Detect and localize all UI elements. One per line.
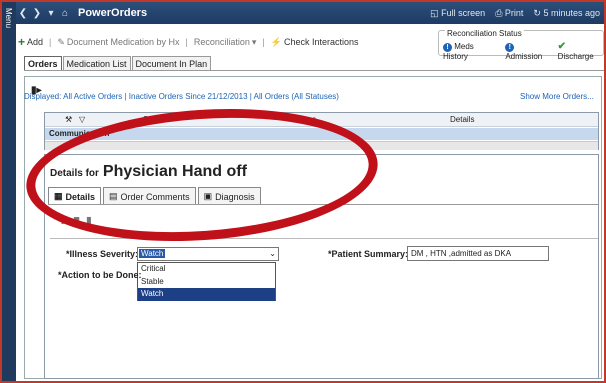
illness-severity-value: Watch [139,249,166,258]
add-label: Add [27,37,44,47]
illness-severity-options: Critical Stable Watch [137,262,276,301]
details-icon: ▦ [54,191,63,201]
illness-severity-select[interactable]: Watch ⌄ [137,247,279,261]
show-more-orders-link[interactable]: Show More Orders... [520,92,594,101]
check-interactions-button[interactable]: ⚡ Check Interactions [271,37,359,48]
details-toolbar: ✚ ■ ▮ [58,214,92,227]
print-button[interactable]: ⎙ Print [495,8,523,19]
reconciliation-label: Reconciliation [193,37,250,47]
patient-summary-input[interactable]: DM , HTN ,admitted as DKA [407,246,549,261]
chevron-down-icon: ▾ [251,36,257,47]
comments-icon: ▤ [109,191,118,201]
orders-grid: ⚒ ▽ Status Name Details Communication [44,112,599,150]
toolbar-divider: | [262,37,265,47]
details-order-name: Physician Hand off [102,163,247,180]
back-arrow-icon[interactable]: ❮ [16,8,30,19]
chart-icon[interactable]: ▮ [86,214,92,227]
discharge-label: Discharge [557,52,594,61]
column-header-status[interactable]: Status [143,115,166,124]
discharge-status[interactable]: ✔ Discharge [558,41,603,61]
toolbar-divider: | [49,37,52,47]
tab-order-comments-label: Order Comments [120,191,190,202]
filter-icon[interactable]: ▽ [79,115,85,124]
title-bar: ❮ ❯ ▾ ⌂ PowerOrders ◱ Full screen ⎙ Prin… [16,2,604,24]
horizontal-scrollbar[interactable] [45,141,598,150]
patient-summary-label: *Patient Summary: [328,249,409,259]
tab-medication-list[interactable]: Medication List [62,56,131,71]
check-interactions-label: Check Interactions [283,37,359,47]
toolbar-divider: | [185,37,188,47]
details-for-label: Details for [50,168,99,179]
displayed-filter-link[interactable]: Displayed: All Active Orders | Inactive … [24,92,339,101]
order-actions-icon[interactable]: ⚒ [65,115,72,124]
print-label: Print [504,7,524,18]
medication-icon: ✎ [57,36,65,47]
details-title: Details for Physician Hand off [50,163,247,181]
refresh-time: 5 minutes ago [543,7,600,18]
menu-label: Menu [4,8,13,29]
tab-orders[interactable]: Orders [24,56,62,71]
document-medication-button[interactable]: ✎ Document Medication by Hx [57,37,179,48]
tab-document-in-plan[interactable]: Document In Plan [131,56,212,71]
main-tabs: Orders Medication List Document In Plan [24,56,212,71]
tab-details-label: Details [65,191,96,202]
info-icon: ! [443,42,452,52]
checkmark-icon: ✔ [557,41,567,52]
chevron-down-icon[interactable]: ⌄ [269,249,276,258]
delete-icon[interactable]: ■ [73,214,80,227]
plus-icon: + [18,35,26,49]
reconciliation-status-box: Reconciliation Status ! Meds History ! A… [438,29,604,61]
diagnosis-icon: ▣ [203,191,213,201]
details-tab-divider [48,204,598,205]
tab-diagnosis[interactable]: ▣ Diagnosis [197,187,261,205]
interactions-icon: ⚡ [270,36,282,47]
column-header-name[interactable]: Name [295,115,316,124]
meds-history-status[interactable]: ! Meds History [443,42,499,61]
document-medication-label: Document Medication by Hx [66,37,180,47]
option-stable[interactable]: Stable [138,276,275,289]
option-watch[interactable]: Watch [138,288,275,301]
orders-grid-header: ⚒ ▽ Status Name Details [45,113,598,127]
option-critical[interactable]: Critical [138,263,275,276]
tab-details[interactable]: ▦ Details [48,187,102,205]
app-title: PowerOrders [78,7,148,19]
menu-strip[interactable]: Menu [2,2,16,381]
column-header-details[interactable]: Details [450,115,474,124]
action-to-be-done-label: *Action to be Done: [58,270,142,280]
full-screen-label: Full screen [441,7,486,18]
tab-order-comments[interactable]: ▤ Order Comments [103,187,196,205]
group-label: Communication [49,129,110,138]
group-row-communication[interactable]: Communication [45,128,598,140]
dropdown-arrow-icon[interactable]: ▾ [44,8,58,19]
admission-status[interactable]: ! Admission [505,42,551,61]
add-button[interactable]: + Add [18,35,43,49]
add-icon[interactable]: ✚ [58,214,67,227]
home-icon[interactable]: ⌂ [58,8,72,19]
illness-severity-label: *Illness Severity: [66,249,139,259]
full-screen-button[interactable]: ◱ Full screen [430,8,485,19]
reconciliation-status-legend: Reconciliation Status [445,29,524,38]
details-tabs: ▦ Details ▤ Order Comments ▣ Diagnosis [48,187,263,205]
refresh-button[interactable]: ↻ 5 minutes ago [533,8,600,19]
info-icon: ! [505,42,515,52]
tab-diagnosis-label: Diagnosis [215,191,255,202]
forward-arrow-icon[interactable]: ❯ [30,8,44,19]
admission-label: Admission [505,51,543,61]
tab-divider [24,70,604,71]
reconciliation-button[interactable]: Reconciliation ▾ [194,37,257,48]
